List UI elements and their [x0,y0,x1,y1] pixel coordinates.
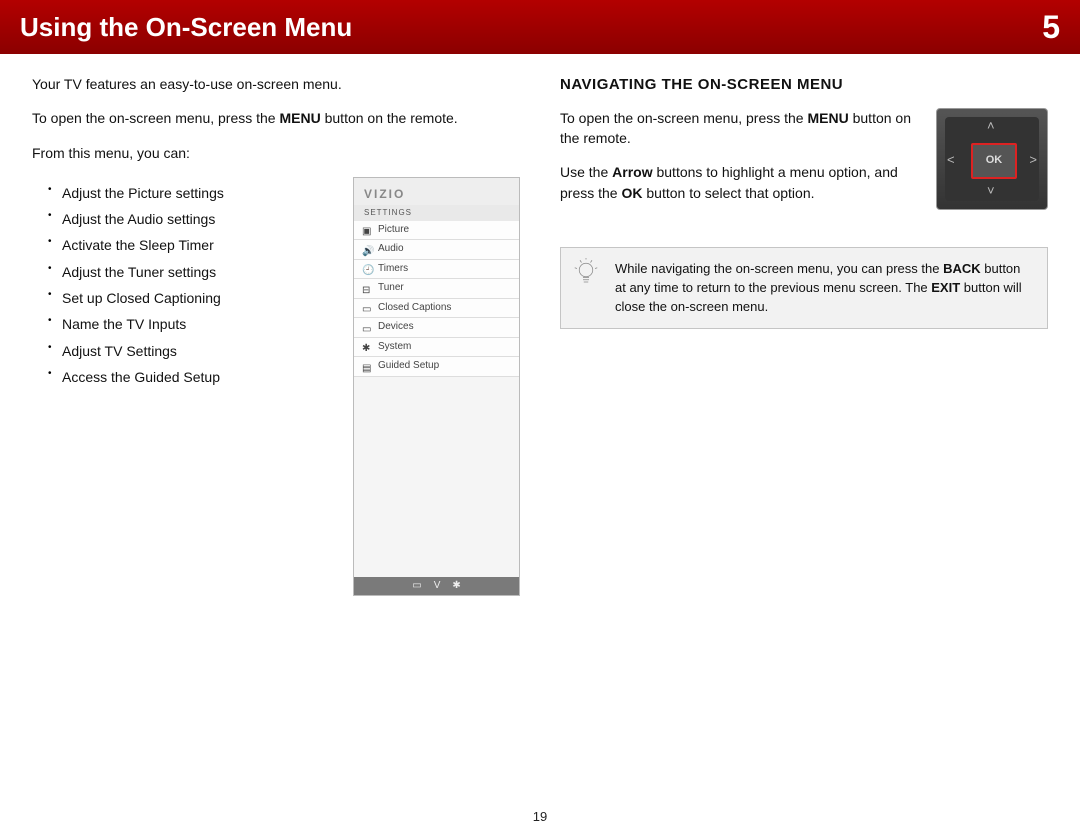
footer-box-icon: ▭ [412,579,421,594]
tv-menu-section: SETTINGS [354,205,519,221]
right-column: NAVIGATING THE ON-SCREEN MENU To open th… [560,74,1048,596]
intro-paragraph-3: From this menu, you can: [32,143,520,163]
list-item: Adjust the Tuner settings [62,262,337,282]
ok-button-highlight: OK [971,143,1017,179]
footer-gear-icon: ✱ [452,579,460,594]
setup-icon: ▤ [362,362,372,372]
list-item: Activate the Sleep Timer [62,235,337,255]
tv-menu-item: ⊟Tuner [354,279,519,299]
left-column: Your TV features an easy-to-use on-scree… [32,74,520,596]
arrow-left-icon: ˂ [947,151,955,170]
tv-menu-item: ▤Guided Setup [354,357,519,377]
timers-icon: 🕘 [362,264,372,274]
arrow-down-icon: ˅ [987,182,995,201]
tv-menu-item: ▭Closed Captions [354,299,519,319]
list-item: Name the TV Inputs [62,314,337,334]
intro-paragraph-2: To open the on-screen menu, press the ME… [32,108,520,128]
list-item: Adjust the Audio settings [62,209,337,229]
page-number: 19 [0,809,1080,824]
intro-paragraph-1: Your TV features an easy-to-use on-scree… [32,74,520,94]
nav-paragraph-2: Use the Arrow buttons to highlight a men… [560,162,916,203]
audio-icon: 🔊 [362,245,372,255]
tv-menu-item: ✱System [354,338,519,358]
tv-brand-logo: VIZIO [354,178,519,205]
footer-v-icon: V [434,579,441,594]
arrow-up-icon: ˄ [987,117,995,136]
list-item: Set up Closed Captioning [62,288,337,308]
chapter-header: Using the On-Screen Menu 5 [0,0,1080,54]
page-title: Using the On-Screen Menu [20,12,352,43]
section-heading: NAVIGATING THE ON-SCREEN MENU [560,74,1048,96]
devices-icon: ▭ [362,323,372,333]
list-item: Access the Guided Setup [62,367,337,387]
tv-menu-item: 🕘Timers [354,260,519,280]
tuner-icon: ⊟ [362,284,372,294]
tv-menu-footer: ▭ V ✱ [354,577,519,595]
tv-menu-screenshot: VIZIO SETTINGS ▣Picture 🔊Audio 🕘Timers ⊟… [353,177,520,596]
list-item: Adjust TV Settings [62,341,337,361]
lightbulb-icon [571,258,601,288]
cc-icon: ▭ [362,303,372,313]
tv-menu-item: 🔊Audio [354,240,519,260]
list-item: Adjust the Picture settings [62,183,337,203]
picture-icon: ▣ [362,225,372,235]
tv-menu-empty-area [354,377,519,577]
arrow-right-icon: ˃ [1029,151,1037,170]
system-icon: ✱ [362,342,372,352]
remote-navpad-image: ˄ ˅ ˂ ˃ OK [936,108,1048,210]
nav-paragraph-1: To open the on-screen menu, press the ME… [560,108,916,149]
chapter-number: 5 [1042,9,1060,46]
tip-callout: While navigating the on-screen menu, you… [560,247,1048,330]
tv-menu-item: ▭Devices [354,318,519,338]
tv-menu-item: ▣Picture [354,221,519,241]
feature-list: Adjust the Picture settings Adjust the A… [32,183,337,387]
